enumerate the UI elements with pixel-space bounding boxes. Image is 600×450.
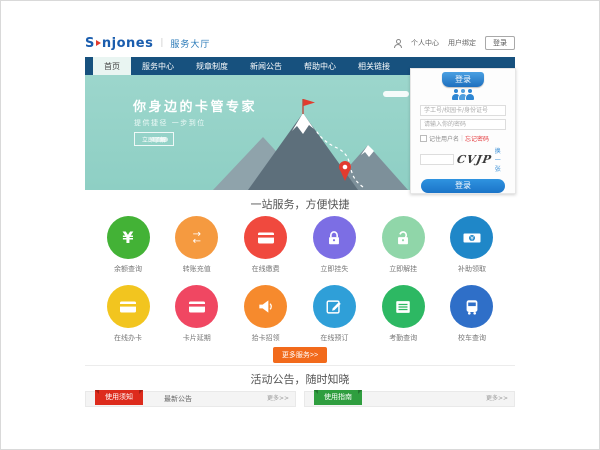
panel-header: 使用指南 更多>> [304, 391, 515, 407]
services-grid: ¥ 余额查询 →← 转账充值 在线缴费 立即挂失 立即解挂 [85, 216, 515, 343]
nav-item-service-center[interactable]: 服务中心 [131, 57, 185, 75]
service-balance-inquiry[interactable]: ¥ 余额查询 [99, 216, 157, 274]
ribbon-usage-guide[interactable]: 使用指南 [314, 390, 362, 405]
header-login-button[interactable]: 登录 [485, 36, 515, 50]
section-divider [85, 365, 515, 366]
more-services-wrap: 更多服务>> [85, 342, 515, 363]
login-tab[interactable]: 登录 [442, 72, 484, 87]
list-icon [382, 285, 425, 328]
user-binding-link[interactable]: 用户绑定 [448, 38, 476, 48]
nav-item-links[interactable]: 相关链接 [347, 57, 401, 75]
svg-text:¥: ¥ [470, 235, 474, 242]
nav-item-help-center[interactable]: 帮助中心 [293, 57, 347, 75]
forgot-password-link[interactable]: 忘记密码 [465, 134, 489, 143]
service-attendance[interactable]: 考勤查询 [374, 285, 432, 343]
mountains-illustration [193, 95, 418, 190]
login-panel: 登录 记住用户名 | 忘记密码 CVJP 换一张 登录 [410, 68, 516, 194]
service-school-bus[interactable]: 校车查询 [443, 285, 501, 343]
banknote-icon: ¥ [450, 216, 493, 259]
logo-text-start: S [85, 36, 95, 51]
remember-row: 记住用户名 | 忘记密码 [420, 134, 506, 143]
site-name: 服务大厅 [170, 37, 210, 50]
logo-arrow-icon [96, 40, 101, 46]
megaphone-icon [244, 285, 287, 328]
service-subsidy[interactable]: ¥ 补助领取 [443, 216, 501, 274]
captcha-image: CVJP [456, 153, 493, 166]
person-icon [394, 39, 402, 47]
service-unlock[interactable]: 立即解挂 [374, 216, 432, 274]
edit-icon [313, 285, 356, 328]
panel-body [304, 407, 515, 423]
username-input[interactable] [420, 105, 506, 116]
tab-latest-announcements[interactable]: 最新公告 [164, 392, 192, 406]
bank-card-icon [244, 216, 287, 259]
services-row-2: 在线办卡 卡片延期 拾卡招领 在线预订 考勤查询 [85, 285, 515, 343]
logo-divider: | [160, 38, 163, 48]
services-section-title: 一站服务，方便快捷 [85, 196, 515, 212]
panel-usage-notice: 使用须知 最新公告 更多>> [85, 391, 296, 423]
ribbon-usage-notice[interactable]: 使用须知 [95, 390, 143, 405]
remember-checkbox[interactable] [420, 135, 427, 142]
synjones-logo[interactable]: S njones [85, 36, 153, 51]
nav-item-news[interactable]: 新闻公告 [239, 57, 293, 75]
service-transfer-recharge[interactable]: →← 转账充值 [168, 216, 226, 274]
service-online-card[interactable]: 在线办卡 [99, 285, 157, 343]
captcha-row: CVJP 换一张 [420, 146, 506, 173]
password-input[interactable] [420, 119, 506, 130]
captcha-refresh-link[interactable]: 换一张 [495, 146, 506, 173]
remember-label: 记住用户名 [429, 134, 459, 143]
captcha-input[interactable] [420, 154, 454, 165]
services-row-1: ¥ 余额查询 →← 转账充值 在线缴费 立即挂失 立即解挂 [85, 216, 515, 274]
cloud-icon [151, 137, 168, 142]
nav-item-rules[interactable]: 规章制度 [185, 57, 239, 75]
login-submit-button[interactable]: 登录 [421, 179, 505, 193]
announcements-section-title: 活动公告，随时知晓 [85, 371, 515, 387]
service-card-extension[interactable]: 卡片延期 [168, 285, 226, 343]
user-figure-icon [466, 89, 475, 101]
service-online-payment[interactable]: 在线缴费 [237, 216, 295, 274]
panel-body [85, 407, 296, 423]
more-services-button[interactable]: 更多服务>> [273, 347, 327, 363]
lock-icon [313, 216, 356, 259]
service-report-loss[interactable]: 立即挂失 [305, 216, 363, 274]
logo-text-end: njones [102, 36, 153, 51]
panel-header: 使用须知 最新公告 更多>> [85, 391, 296, 407]
transfer-icon: →← [175, 216, 218, 259]
remember-divider: | [461, 135, 463, 142]
more-link[interactable]: 更多>> [486, 392, 508, 406]
bank-card-icon [107, 285, 150, 328]
service-lost-found[interactable]: 拾卡招领 [237, 285, 295, 343]
more-link[interactable]: 更多>> [267, 392, 289, 406]
unlock-icon [382, 216, 425, 259]
header-right: 个人中心 用户绑定 登录 [394, 36, 515, 50]
service-online-booking[interactable]: 在线预订 [305, 285, 363, 343]
bus-icon [450, 285, 493, 328]
site-header: S njones | 服务大厅 个人中心 用户绑定 登录 [85, 30, 515, 56]
personal-center-link[interactable]: 个人中心 [411, 38, 439, 48]
bank-card-icon [175, 285, 218, 328]
nav-item-home[interactable]: 首页 [93, 57, 131, 75]
panel-usage-guide: 使用指南 更多>> [304, 391, 515, 423]
yuan-icon: ¥ [107, 216, 150, 259]
users-icon [411, 89, 515, 101]
